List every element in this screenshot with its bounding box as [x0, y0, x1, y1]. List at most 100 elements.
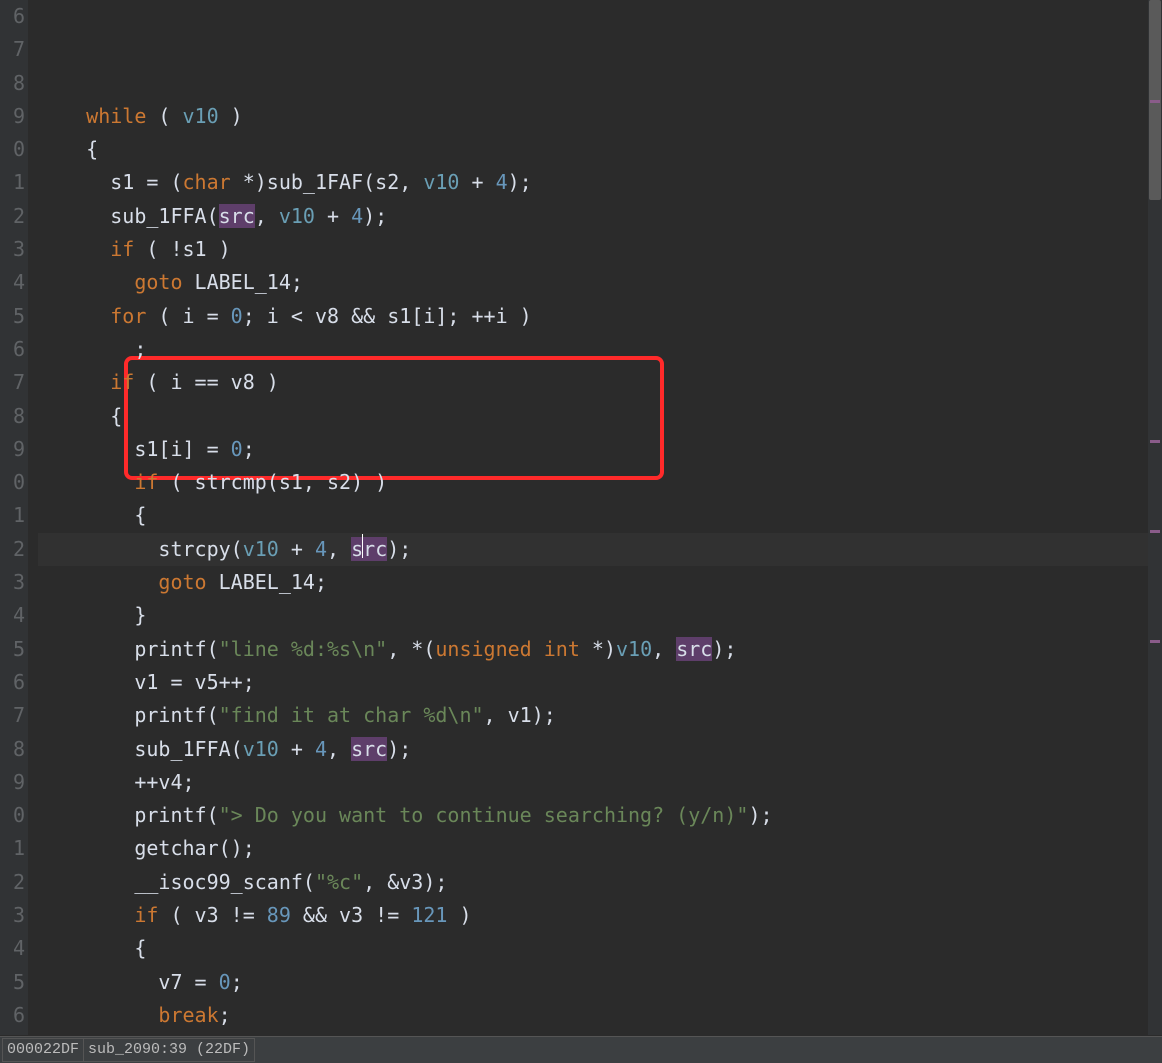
- code-token: 4: [315, 537, 327, 561]
- code-line[interactable]: ;: [38, 333, 1162, 366]
- code-line[interactable]: {: [38, 133, 1162, 166]
- code-token: ( !s1 ): [134, 237, 230, 261]
- code-token: 121: [411, 903, 447, 927]
- code-line[interactable]: break;: [38, 999, 1162, 1032]
- code-token: s1 = (: [110, 170, 182, 194]
- code-line[interactable]: if ( !s1 ): [38, 233, 1162, 266]
- code-line[interactable]: strcpy(v10 + 4, src);: [38, 533, 1162, 566]
- code-token: {: [134, 503, 146, 527]
- line-number: 7: [0, 366, 25, 399]
- code-line[interactable]: printf("line %d:%s\n", *(unsigned int *)…: [38, 633, 1162, 666]
- code-line[interactable]: getchar();: [38, 832, 1162, 865]
- code-line[interactable]: ++v4;: [38, 766, 1162, 799]
- code-token: LABEL_14;: [207, 570, 327, 594]
- code-line[interactable]: {: [38, 499, 1162, 532]
- code-token: sub_1FFA(: [110, 204, 218, 228]
- code-line[interactable]: {: [38, 400, 1162, 433]
- code-token: v10: [423, 170, 459, 194]
- code-line[interactable]: printf("find it at char %d\n", v1);: [38, 699, 1162, 732]
- code-token: getchar();: [134, 836, 254, 860]
- line-number: 8: [0, 67, 25, 100]
- code-line[interactable]: {: [38, 932, 1162, 965]
- code-token: ++v4;: [134, 770, 194, 794]
- code-token: "> Do you want to continue searching? (y…: [219, 803, 749, 827]
- code-line[interactable]: s1 = (char *)sub_1FAF(s2, v10 + 4);: [38, 166, 1162, 199]
- line-number: 5: [0, 633, 25, 666]
- code-token: goto: [134, 270, 182, 294]
- code-line[interactable]: while ( v10 ): [38, 100, 1162, 133]
- line-number: 2: [0, 866, 25, 899]
- code-editor[interactable]: 6789012345678901234567890123456 while ( …: [0, 0, 1162, 1035]
- code-token: 89: [267, 903, 291, 927]
- line-number: 7: [0, 699, 25, 732]
- scrollbar-mark: [1150, 640, 1160, 643]
- code-token: v10: [243, 737, 279, 761]
- code-line[interactable]: v7 = 0;: [38, 966, 1162, 999]
- line-number: 5: [0, 300, 25, 333]
- code-token: ): [447, 903, 471, 927]
- code-line[interactable]: if ( strcmp(s1, s2) ): [38, 466, 1162, 499]
- code-token: 0: [231, 304, 243, 328]
- code-line[interactable]: goto LABEL_14;: [38, 566, 1162, 599]
- line-number: 7: [0, 33, 25, 66]
- code-token: (: [146, 104, 182, 128]
- code-token: if: [110, 370, 134, 394]
- code-token: strcpy(: [158, 537, 242, 561]
- code-token: while: [86, 104, 146, 128]
- code-token: {: [134, 936, 146, 960]
- vertical-scrollbar[interactable]: [1148, 0, 1162, 1035]
- code-line[interactable]: goto LABEL_14;: [38, 266, 1162, 299]
- code-token: if: [110, 237, 134, 261]
- code-line[interactable]: if ( v3 != 89 && v3 != 121 ): [38, 899, 1162, 932]
- line-number: 9: [0, 100, 25, 133]
- scrollbar-mark: [1150, 100, 1160, 103]
- line-number: 3: [0, 899, 25, 932]
- code-token: 4: [496, 170, 508, 194]
- code-token: {: [110, 404, 122, 428]
- status-function: sub_2090:39 (22DF): [83, 1038, 255, 1062]
- line-number: 1: [0, 832, 25, 865]
- code-line[interactable]: }: [38, 599, 1162, 632]
- line-number: 6: [0, 999, 25, 1032]
- code-token: unsigned: [435, 637, 531, 661]
- code-token: v10: [279, 204, 315, 228]
- code-token: [532, 637, 544, 661]
- code-token: for: [110, 304, 146, 328]
- line-number: 6: [0, 333, 25, 366]
- line-number: 4: [0, 266, 25, 299]
- code-line[interactable]: v1 = v5++;: [38, 666, 1162, 699]
- code-token: if: [134, 903, 158, 927]
- code-token: +: [279, 737, 315, 761]
- code-token: ,: [327, 537, 351, 561]
- code-line[interactable]: if ( i == v8 ): [38, 366, 1162, 399]
- line-number: 8: [0, 733, 25, 766]
- code-token: break: [158, 1003, 218, 1027]
- code-line[interactable]: for ( i = 0; i < v8 && s1[i]; ++i ): [38, 300, 1162, 333]
- code-token: __isoc99_scanf(: [134, 870, 315, 894]
- code-token: src: [219, 204, 255, 228]
- code-line[interactable]: s1[i] = 0;: [38, 433, 1162, 466]
- code-line[interactable]: sub_1FFA(v10 + 4, src);: [38, 733, 1162, 766]
- code-token: +: [315, 204, 351, 228]
- code-token: 0: [219, 970, 231, 994]
- code-area[interactable]: while ( v10 ) { s1 = (char *)sub_1FAF(s2…: [28, 0, 1162, 1035]
- code-token: printf(: [134, 637, 218, 661]
- code-token: ( v3 !=: [158, 903, 266, 927]
- code-token: s1[i] =: [134, 437, 230, 461]
- code-token: ; i < v8 && s1[i]; ++i ): [243, 304, 532, 328]
- code-token: ;: [243, 437, 255, 461]
- code-token: );: [508, 170, 532, 194]
- code-line[interactable]: printf("> Do you want to continue search…: [38, 799, 1162, 832]
- code-token: ,: [255, 204, 279, 228]
- code-token: , &v3);: [363, 870, 447, 894]
- code-line[interactable]: sub_1FFA(src, v10 + 4);: [38, 200, 1162, 233]
- code-line[interactable]: __isoc99_scanf("%c", &v3);: [38, 866, 1162, 899]
- code-token: , *(: [387, 637, 435, 661]
- line-number-gutter: 6789012345678901234567890123456: [0, 0, 28, 1035]
- code-token: ): [219, 104, 243, 128]
- line-number: 0: [0, 133, 25, 166]
- code-token: v7 =: [158, 970, 218, 994]
- code-token: ,: [652, 637, 676, 661]
- code-token: );: [748, 803, 772, 827]
- line-number: 3: [0, 233, 25, 266]
